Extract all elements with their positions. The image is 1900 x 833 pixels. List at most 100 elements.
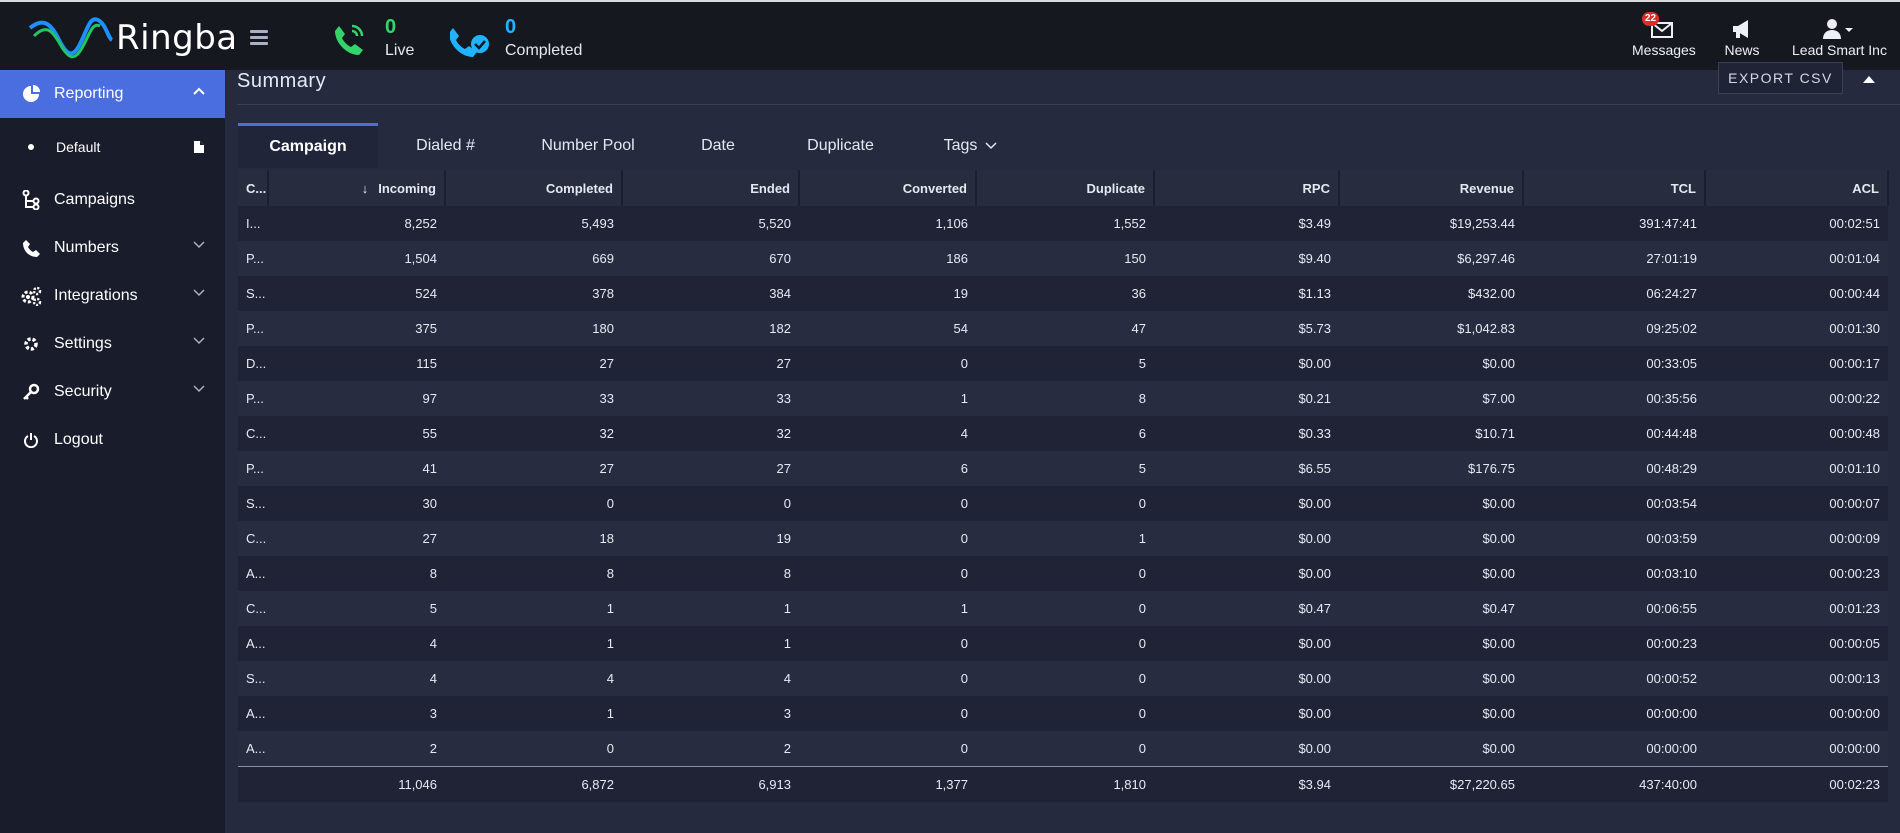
- table-row[interactable]: A... 8 8 8 0 0 $0.00 $0.00 00:03:10 00:00:23: [238, 556, 1888, 591]
- sidebar-item-reporting[interactable]: Reporting: [0, 70, 225, 118]
- table-cell: 00:01:23: [1829, 601, 1880, 616]
- table-cell: 00:35:56: [1646, 391, 1697, 406]
- table-cell: 27: [422, 531, 437, 546]
- column-header-tcl[interactable]: TCL: [1523, 170, 1706, 206]
- chevron-down-icon: [985, 141, 997, 149]
- column-header-completed[interactable]: Completed: [445, 170, 623, 206]
- table-row[interactable]: S... 4 4 4 0 0 $0.00 $0.00 00:00:52 00:00:13: [238, 661, 1888, 696]
- table-cell: 0: [960, 356, 968, 371]
- table-cell: $9.40: [1298, 251, 1331, 266]
- table-cell: 0: [960, 566, 968, 581]
- divider: [237, 104, 1900, 105]
- table-cell: 41: [422, 461, 437, 476]
- tab-campaign[interactable]: Campaign: [238, 123, 378, 168]
- column-header-revenue[interactable]: Revenue: [1339, 170, 1524, 206]
- table-cell: I...: [246, 216, 261, 231]
- table-row[interactable]: C... 5 1 1 1 0 $0.47 $0.47 00:06:55 00:01:23: [238, 591, 1888, 626]
- chevron-down-icon: [193, 241, 205, 249]
- tab-dialed[interactable]: Dialed #: [378, 123, 513, 168]
- table-cell: 27: [599, 461, 614, 476]
- table-cell: 1,504: [404, 251, 437, 266]
- table-cell: 670: [769, 251, 791, 266]
- messages-button[interactable]: 22 Messages: [1632, 12, 1696, 58]
- table-cell: $0.00: [1482, 671, 1515, 686]
- table-cell: 19: [776, 531, 791, 546]
- table-cell: 0: [960, 671, 968, 686]
- table-cell: 0: [1138, 496, 1146, 511]
- table-cell: 1: [606, 706, 614, 721]
- table-cell: $7.00: [1482, 391, 1515, 406]
- table-cell: 33: [599, 391, 614, 406]
- sidebar-item-logout[interactable]: Logout: [0, 416, 225, 464]
- tab-date[interactable]: Date: [663, 123, 773, 168]
- sidebar-item-campaigns[interactable]: Campaigns: [0, 176, 225, 224]
- table-row[interactable]: S... 30 0 0 0 0 $0.00 $0.00 00:03:54 00:00:07: [238, 486, 1888, 521]
- table-row[interactable]: S... 524 378 384 19 36 $1.13 $432.00 06:24:27 00:…: [238, 276, 1888, 311]
- table-cell: 00:48:29: [1646, 461, 1697, 476]
- table-row[interactable]: A... 2 0 2 0 0 $0.00 $0.00 00:00:00 00:00:00: [238, 731, 1888, 766]
- sidebar-subitem-default[interactable]: Default: [0, 118, 225, 176]
- tab-number-pool[interactable]: Number Pool: [513, 123, 663, 168]
- table-row[interactable]: D... 115 27 27 0 5 $0.00 $0.00 00:33:05 00:00:17: [238, 346, 1888, 381]
- table-row[interactable]: A... 3 1 3 0 0 $0.00 $0.00 00:00:00 00:00:00: [238, 696, 1888, 731]
- table-row[interactable]: I... 8,252 5,493 5,520 1,106 1,552 $3.49 $19,25…: [238, 206, 1888, 241]
- megaphone-icon: [1733, 20, 1748, 38]
- export-csv-button[interactable]: EXPORT CSV: [1718, 62, 1843, 94]
- table-cell: 180: [592, 321, 614, 336]
- chevron-down-icon: [193, 385, 205, 393]
- table-cell: 375: [415, 321, 437, 336]
- ringba-logo[interactable]: Ringba: [28, 12, 237, 64]
- table-cell: 00:00:07: [1829, 496, 1880, 511]
- table-cell: 4: [429, 636, 437, 651]
- table-cell: $0.00: [1482, 740, 1515, 756]
- table-cell: 00:00:48: [1829, 426, 1880, 441]
- phone-icon: [20, 237, 42, 259]
- table-row[interactable]: P... 41 27 27 6 5 $6.55 $176.75 00:48:29 00:01:10: [238, 451, 1888, 486]
- total-cell: $27,220.65: [1449, 776, 1515, 792]
- table-cell: $3.49: [1298, 216, 1331, 231]
- column-header-acl[interactable]: ACL: [1705, 170, 1889, 206]
- table-cell: 6: [960, 461, 968, 476]
- completed-count: 0: [505, 16, 517, 38]
- table-cell: 06:24:27: [1646, 286, 1697, 301]
- column-header-incoming[interactable]: ↓ Incoming: [268, 170, 446, 206]
- table-row[interactable]: P... 1,504 669 670 186 150 $9.40 $6,297.46 27:01…: [238, 241, 1888, 276]
- table-row[interactable]: C... 55 32 32 4 6 $0.33 $10.71 00:44:48 00:00:48: [238, 416, 1888, 451]
- column-header-duplicate[interactable]: Duplicate: [976, 170, 1155, 206]
- table-cell: $176.75: [1468, 461, 1515, 476]
- hamburger-menu-icon[interactable]: [250, 30, 268, 46]
- table-cell: $6.55: [1298, 461, 1331, 476]
- tab-duplicate[interactable]: Duplicate: [773, 123, 908, 168]
- news-button[interactable]: News: [1722, 16, 1762, 58]
- total-cell: 1,377: [935, 776, 968, 792]
- table-row[interactable]: P... 97 33 33 1 8 $0.21 $7.00 00:35:56 00:00:22: [238, 381, 1888, 416]
- document-icon[interactable]: [193, 140, 205, 154]
- sidebar-item-numbers[interactable]: Numbers: [0, 224, 225, 272]
- sidebar-item-settings[interactable]: Settings: [0, 320, 225, 368]
- column-header-rpc[interactable]: RPC: [1154, 170, 1340, 206]
- table-row[interactable]: P... 375 180 182 54 47 $5.73 $1,042.83 09:25:02 0…: [238, 311, 1888, 346]
- sort-down-arrow-icon: ↓: [361, 180, 369, 196]
- column-header-ended[interactable]: Ended: [622, 170, 800, 206]
- table-cell: 5,493: [581, 216, 614, 231]
- sidebar-item-security[interactable]: Security: [0, 368, 225, 416]
- table-cell: 33: [776, 391, 791, 406]
- column-header-converted[interactable]: Converted: [799, 170, 977, 206]
- tab-tags[interactable]: Tags: [908, 123, 1033, 168]
- table-row[interactable]: A... 4 1 1 0 0 $0.00 $0.00 00:00:23 00:00:05: [238, 626, 1888, 661]
- table-cell: 30: [422, 496, 437, 511]
- table-cell: A...: [246, 740, 266, 756]
- table-cell: 2: [429, 740, 437, 756]
- table-cell: 0: [1138, 671, 1146, 686]
- table-row[interactable]: C... 27 18 19 0 1 $0.00 $0.00 00:03:59 00:00:09: [238, 521, 1888, 556]
- caret-up-icon[interactable]: [1862, 74, 1876, 84]
- column-header-campaign[interactable]: C...: [238, 170, 269, 206]
- table-cell: 54: [953, 321, 968, 336]
- table-cell: 00:00:52: [1646, 671, 1697, 686]
- table-cell: 4: [960, 426, 968, 441]
- table-cell: $0.00: [1298, 671, 1331, 686]
- table-cell: 32: [599, 426, 614, 441]
- user-menu-button[interactable]: Lead Smart Inc: [1792, 16, 1887, 58]
- brand-name: Ringba: [116, 18, 238, 58]
- sidebar-item-integrations[interactable]: Integrations: [0, 272, 225, 320]
